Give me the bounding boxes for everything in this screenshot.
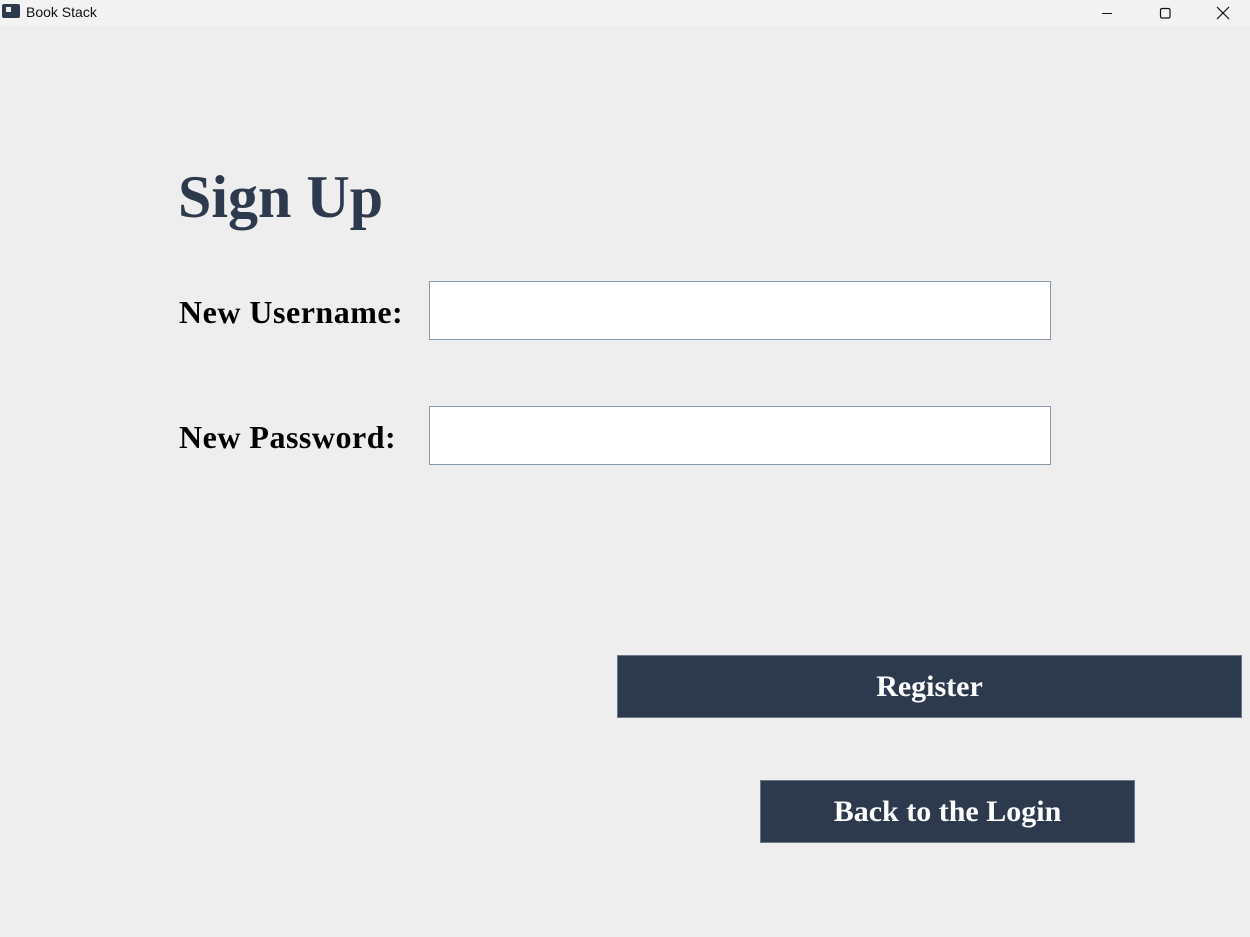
minimize-icon (1102, 12, 1112, 14)
username-label: New Username: (179, 294, 404, 330)
title-bar[interactable]: Book Stack (0, 0, 1250, 25)
register-button[interactable]: Register (617, 655, 1242, 718)
app-window: Book Stack Sign Up New Username: New Pas… (0, 0, 1250, 937)
app-icon (2, 4, 20, 18)
password-label: New Password: (179, 419, 397, 455)
back-to-login-button[interactable]: Back to the Login (760, 780, 1135, 843)
page-title: Sign Up (178, 164, 384, 230)
minimize-button[interactable] (1084, 0, 1130, 25)
window-title: Book Stack (26, 4, 97, 20)
maximize-icon (1159, 7, 1171, 19)
username-input[interactable] (429, 281, 1051, 340)
password-input[interactable] (429, 406, 1051, 465)
maximize-button[interactable] (1142, 0, 1188, 25)
close-icon (1216, 6, 1230, 19)
close-button[interactable] (1200, 0, 1246, 25)
